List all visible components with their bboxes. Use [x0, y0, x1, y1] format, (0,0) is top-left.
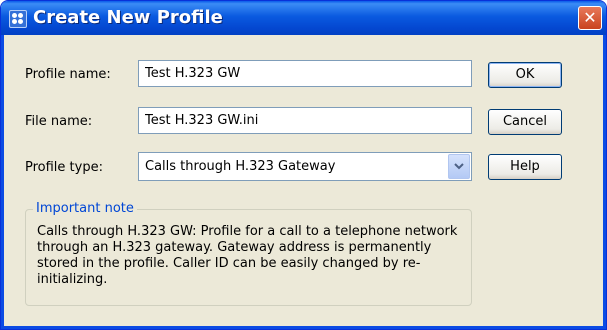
profile-name-label: Profile name: [25, 67, 111, 82]
profile-type-value: Calls through H.323 Gateway [145, 159, 336, 174]
ok-button[interactable]: OK [488, 62, 562, 88]
close-button[interactable]: ✕ [578, 6, 602, 30]
close-icon: ✕ [583, 8, 597, 27]
file-name-input[interactable] [138, 107, 472, 134]
important-note-legend: Important note [33, 201, 137, 216]
file-name-label: File name: [25, 114, 93, 129]
profile-type-label: Profile type: [25, 160, 103, 175]
cancel-button[interactable]: Cancel [488, 109, 562, 135]
window-border-right [603, 35, 606, 329]
dropdown-arrow-button[interactable] [448, 154, 470, 179]
window-border-left [1, 35, 4, 329]
dialog-title: Create New Profile [33, 7, 223, 28]
help-button[interactable]: Help [488, 154, 562, 180]
profile-name-input[interactable] [138, 60, 472, 87]
create-profile-dialog: Create New Profile ✕ Profile name: File … [0, 0, 607, 330]
window-border-bottom [1, 326, 606, 329]
profile-type-select[interactable]: Calls through H.323 Gateway [138, 152, 472, 181]
title-bar[interactable]: Create New Profile ✕ [1, 1, 606, 35]
chevron-down-icon [454, 163, 464, 170]
app-icon [9, 10, 27, 28]
important-note-text: Calls through H.323 GW: Profile for a ca… [37, 224, 458, 287]
